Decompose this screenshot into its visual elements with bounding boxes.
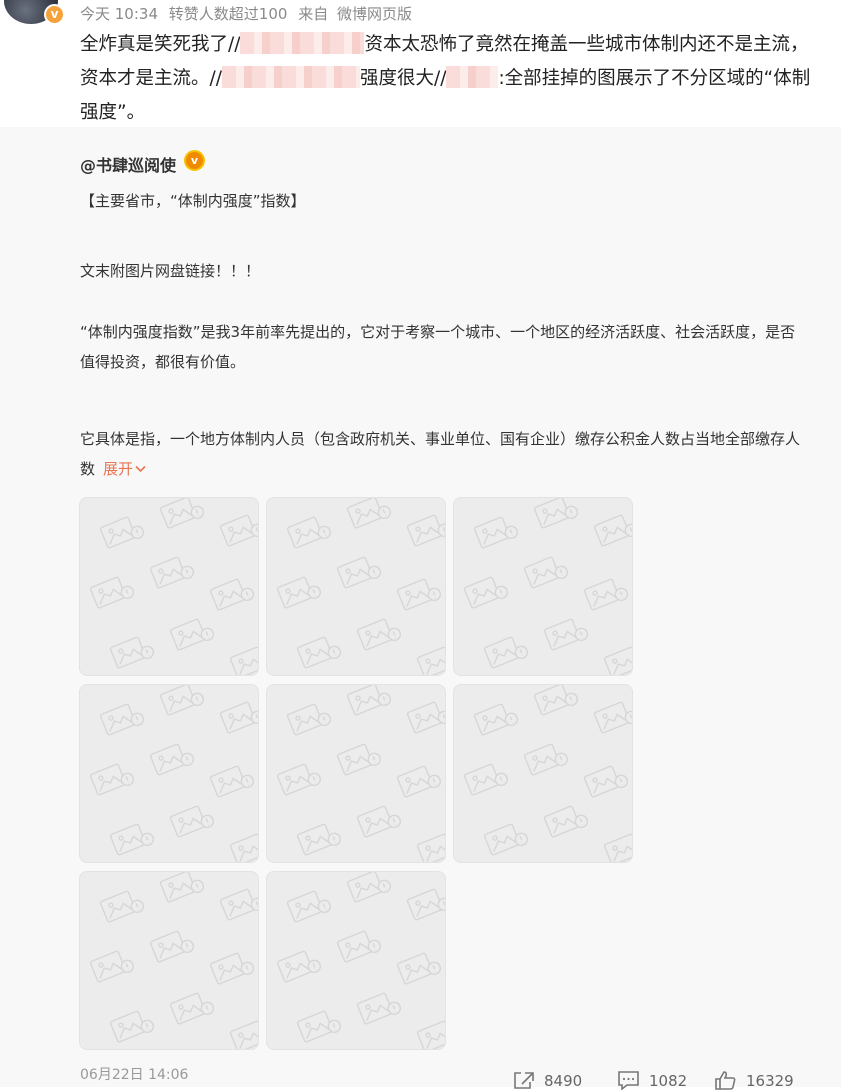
broken-image-icon [276,685,445,862]
broken-image-icon [463,498,632,675]
comment-count: 1082 [649,1072,688,1090]
post-source[interactable]: 微博网页版 [337,5,412,23]
expand-label: 展开 [103,460,134,478]
image-thumbnail[interactable] [79,871,259,1050]
post-text-part-1: 全炸真是笑死我了// [80,34,241,55]
repost-line-1: 【主要省市，“体制内强度”指数】 [80,192,306,210]
repost-paragraph-1: “体制内强度指数”是我3年前率先提出的，它对于考察一个城市、一个地区的经济活跃度… [80,323,796,371]
broken-image-icon [276,872,445,1049]
source-prefix: 来自 [298,5,329,23]
reposted-content: @书肆巡阅使 v 【主要省市，“体制内强度”指数】 文末附图片网盘链接！！！ “… [0,127,841,1087]
image-thumbnail[interactable] [453,497,633,676]
repost-date[interactable]: 06月22日 14:06 [80,1064,188,1084]
image-grid [79,497,639,1052]
repost-icon [514,1072,534,1089]
post-time[interactable]: 今天 10:34 [80,5,158,23]
broken-image-icon [89,872,258,1049]
like-icon [715,1071,736,1090]
repost-button[interactable]: 8490 [512,1070,582,1090]
blurred-mention [221,66,360,88]
like-button[interactable]: 16329 [714,1070,794,1090]
image-thumbnail[interactable] [266,684,446,863]
verified-v-icon: v [184,150,205,171]
like-hint: 转赞人数超过100 [168,5,288,23]
image-thumbnail[interactable] [266,497,446,676]
broken-image-icon [463,685,632,862]
repost-paragraph-2-text: 它具体是指，一个地方体制内人员（包含政府机关、事业单位、国有企业）缴存公积金人数… [80,430,801,478]
repost-paragraph-2: 它具体是指，一个地方体制内人员（包含政府机关、事业单位、国有企业）缴存公积金人数… [80,424,800,484]
broken-image-icon [276,498,445,675]
image-thumbnail[interactable] [453,684,633,863]
image-thumbnail[interactable] [79,497,259,676]
post-text: 全炸真是笑死我了//资本太恐怖了竟然在掩盖一些城市体制内还不是主流，资本才是主流… [80,28,825,130]
like-count: 16329 [746,1072,794,1090]
expand-link[interactable]: 展开 [103,460,146,478]
repost-author[interactable]: @书肆巡阅使 [80,152,176,176]
post-footer: 06月22日 14:06 8490 1082 16329 [0,1060,841,1090]
blurred-mention [240,32,365,54]
post-text-part-3: 强度很大// [359,68,447,89]
blurred-mention [446,66,499,88]
post-meta: 今天 10:34 转赞人数超过100 来自 微博网页版 [80,3,418,24]
broken-image-icon [89,498,258,675]
image-thumbnail[interactable] [79,684,259,863]
broken-image-icon [89,685,258,862]
comment-icon [618,1071,639,1090]
repost-line-2: 文末附图片网盘链接！！！ [80,262,261,280]
chevron-down-icon [135,465,146,473]
post-header: v 今天 10:34 转赞人数超过100 来自 微博网页版 全炸真是笑死我了//… [0,0,841,127]
image-thumbnail[interactable] [266,871,446,1050]
comment-button[interactable]: 1082 [617,1070,687,1090]
avatar-verified-icon: v [44,4,65,25]
repost-count: 8490 [544,1072,583,1090]
